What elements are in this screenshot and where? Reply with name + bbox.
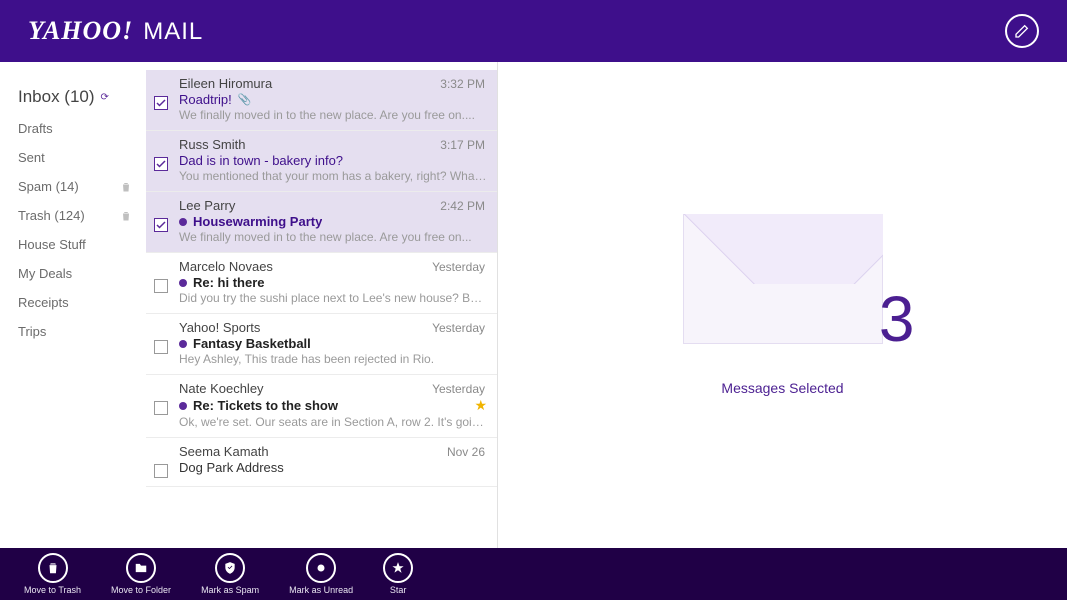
message-subject: Housewarming Party [193,214,322,229]
action-label: Mark as Unread [289,585,353,595]
message-time: 3:32 PM [440,77,487,91]
message-preview: You mentioned that your mom has a bakery… [179,169,487,183]
message-row[interactable]: Nate Koechley Yesterday Re: Tickets to the… [146,375,497,438]
message-time: Nov 26 [447,445,487,459]
message-subject: Dad is in town - bakery info? [179,153,343,168]
message-time: Yesterday [432,260,487,274]
message-checkbox[interactable] [154,279,168,293]
action-label: Star [390,585,407,595]
message-checkbox[interactable] [154,96,168,110]
unread-dot-icon [179,340,187,348]
message-time: Yesterday [432,321,487,335]
sidebar: Inbox (10) ⟳ Drafts Sent Spam (14) Trash (124… [0,62,146,548]
sidebar-folder[interactable]: Drafts [0,114,146,143]
folder-label: Spam (14) [18,179,79,194]
action-trash[interactable]: Move to Trash [24,553,81,595]
message-preview: Hey Ashley, This trade has been rejected… [179,352,487,366]
message-row[interactable]: Lee Parry 2:42 PM Housewarming PartyWe fin… [146,192,497,253]
message-subject: Dog Park Address [179,460,284,475]
message-time: 3:17 PM [440,138,487,152]
message-sender: Russ Smith [179,137,245,152]
action-shield[interactable]: Mark as Spam [201,553,259,595]
unread-dot-icon [179,218,187,226]
message-sender: Lee Parry [179,198,235,213]
main-body: Inbox (10) ⟳ Drafts Sent Spam (14) Trash (124… [0,62,1067,548]
empty-folder-icon[interactable] [120,180,132,194]
message-preview: Did you try the sushi place next to Lee'… [179,291,487,305]
folder-label: Drafts [18,121,53,136]
message-preview: We finally moved in to the new place. Ar… [179,230,487,244]
sidebar-folder[interactable]: Receipts [0,288,146,317]
message-list[interactable]: Eileen Hiromura 3:32 PM Roadtrip! 📎 We final… [146,62,498,548]
folder-label: Trips [18,324,46,339]
action-label: Move to Trash [24,585,81,595]
sidebar-folder[interactable]: Trips [0,317,146,346]
envelope-illustration: 3 [683,214,883,344]
folder-icon [126,553,156,583]
action-dot[interactable]: Mark as Unread [289,553,353,595]
trash-icon [38,553,68,583]
message-row[interactable]: Eileen Hiromura 3:32 PM Roadtrip! 📎 We final… [146,70,497,131]
message-subject: Roadtrip! [179,92,232,107]
message-checkbox[interactable] [154,401,168,415]
message-sender: Seema Kamath [179,444,269,459]
sidebar-folder[interactable]: Spam (14) [0,172,146,201]
attachment-icon: 📎 [238,93,252,106]
message-checkbox[interactable] [154,340,168,354]
sidebar-folder[interactable]: Inbox (10) ⟳ [0,80,146,114]
folder-label: House Stuff [18,237,86,252]
action-label: Move to Folder [111,585,171,595]
sidebar-folder[interactable]: House Stuff [0,230,146,259]
action-folder[interactable]: Move to Folder [111,553,171,595]
folder-label: Receipts [18,295,69,310]
unread-dot-icon [179,279,187,287]
message-time: 2:42 PM [440,199,487,213]
message-row[interactable]: Yahoo! Sports Yesterday Fantasy Basketball… [146,314,497,375]
selection-label: Messages Selected [721,380,843,396]
message-subject: Re: hi there [193,275,265,290]
unread-dot-icon [179,402,187,410]
sidebar-folder[interactable]: Trash (124) [0,201,146,230]
message-checkbox[interactable] [154,218,168,232]
app-header: YAHOO! MAIL [0,0,1067,62]
empty-folder-icon[interactable] [120,209,132,223]
folder-label: Trash (124) [18,208,85,223]
dot-icon [306,553,336,583]
shield-icon [215,553,245,583]
message-checkbox[interactable] [154,464,168,478]
action-bar: Move to Trash Move to Folder Mark as Spam M… [0,548,1067,600]
folder-label: Sent [18,150,45,165]
message-preview: We finally moved in to the new place. Ar… [179,108,487,122]
message-subject: Fantasy Basketball [193,336,311,351]
sidebar-folder[interactable]: Sent [0,143,146,172]
sidebar-folder[interactable]: My Deals [0,259,146,288]
action-star[interactable]: Star [383,553,413,595]
message-row[interactable]: Russ Smith 3:17 PM Dad is in town - bakery… [146,131,497,192]
selection-count: 3 [879,282,915,356]
star-icon [383,553,413,583]
folder-label: Inbox (10) [18,87,95,107]
sync-icon: ⟳ [101,92,109,103]
message-time: Yesterday [432,382,487,396]
message-row[interactable]: Marcelo Novaes Yesterday Re: hi thereDid y… [146,253,497,314]
logo: YAHOO! MAIL [28,16,203,46]
reading-pane: 3 Messages Selected [498,62,1067,548]
logo-sub: MAIL [143,18,203,46]
compose-button[interactable] [1005,14,1039,48]
compose-icon [1014,23,1030,39]
message-checkbox[interactable] [154,157,168,171]
message-subject: Re: Tickets to the show [193,398,338,413]
action-label: Mark as Spam [201,585,259,595]
message-sender: Eileen Hiromura [179,76,272,91]
message-preview: Ok, we're set. Our seats are in Section … [179,415,487,429]
message-sender: Marcelo Novaes [179,259,273,274]
logo-main: YAHOO! [28,16,133,46]
message-row[interactable]: Seema Kamath Nov 26 Dog Park Address [146,438,497,487]
message-sender: Yahoo! Sports [179,320,260,335]
folder-label: My Deals [18,266,72,281]
star-icon[interactable]: ★ [474,397,487,414]
message-sender: Nate Koechley [179,381,264,396]
